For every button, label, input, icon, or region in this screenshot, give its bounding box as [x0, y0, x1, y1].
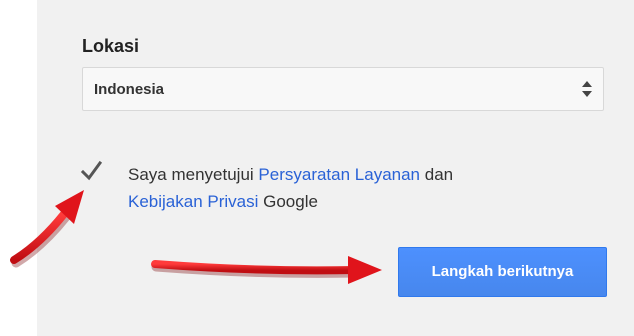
location-label: Lokasi — [82, 36, 140, 56]
location-selected-value: Indonesia — [94, 81, 165, 98]
agree-checkbox[interactable] — [80, 160, 102, 182]
checkmark-icon — [80, 160, 102, 181]
agreement-text: Saya menyetujui Persyaratan Layanan dan … — [128, 161, 598, 215]
location-select[interactable]: Indonesia — [82, 67, 604, 111]
agreement-text-after: Google — [258, 192, 318, 211]
agreement-text-middle: dan — [420, 165, 454, 184]
next-step-button[interactable]: Langkah berikutnya — [398, 247, 607, 297]
up-down-arrows-icon — [582, 81, 592, 97]
signup-page: Lokasi Indonesia Saya menyetujui Persyar… — [0, 0, 634, 336]
privacy-policy-link[interactable]: Kebijakan Privasi — [128, 192, 258, 211]
terms-of-service-link[interactable]: Persyaratan Layanan — [258, 165, 420, 184]
agreement-text-before: Saya menyetujui — [128, 165, 259, 184]
